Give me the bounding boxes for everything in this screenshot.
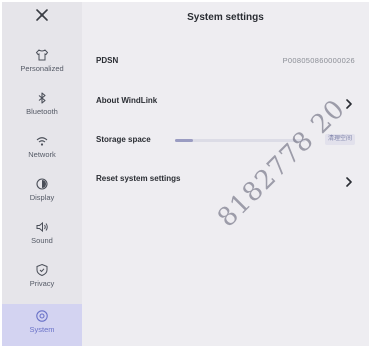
windmill-logo-icon: [2, 8, 82, 30]
page-title: System settings: [187, 12, 264, 23]
sidebar-item-system[interactable]: System: [2, 304, 82, 346]
shirt-icon: [35, 48, 49, 62]
sidebar: Personalized Bluetooth Network Display S…: [2, 2, 82, 346]
chevron-right-icon[interactable]: [345, 96, 353, 109]
sidebar-item-label: Sound: [31, 236, 53, 245]
speaker-icon: [35, 220, 49, 234]
sidebar-item-bluetooth[interactable]: Bluetooth: [2, 91, 82, 133]
sidebar-item-display[interactable]: Display: [2, 177, 82, 219]
settings-screen: Personalized Bluetooth Network Display S…: [2, 2, 369, 346]
sidebar-item-label: System: [29, 325, 55, 334]
chevron-right-icon[interactable]: [345, 174, 353, 187]
wifi-icon: [35, 134, 49, 148]
sidebar-item-network[interactable]: Network: [2, 134, 82, 176]
sidebar-item-privacy[interactable]: Privacy: [2, 263, 82, 305]
sidebar-item-label: Network: [28, 150, 56, 159]
storage-bar-fill: [175, 139, 194, 142]
sidebar-item-sound[interactable]: Sound: [2, 220, 82, 262]
brightness-icon: [35, 177, 49, 191]
sidebar-item-label: Personalized: [20, 64, 64, 73]
settings-circle-icon: [35, 309, 49, 323]
shield-icon: [35, 263, 49, 277]
sidebar-item-personalized[interactable]: Personalized: [2, 48, 82, 90]
device-screenshot: Personalized Bluetooth Network Display S…: [0, 0, 371, 350]
about-windlink-row[interactable]: About WindLink: [96, 96, 157, 106]
storage-space-label: Storage space: [96, 135, 151, 144]
pdsn-label: PDSN: [96, 56, 119, 65]
pdsn-value: P008050860000026: [282, 56, 355, 65]
sidebar-item-label: Privacy: [29, 279, 55, 288]
sidebar-item-label: Bluetooth: [26, 107, 58, 116]
bluetooth-icon: [35, 91, 49, 105]
sidebar-item-label: Display: [29, 193, 55, 202]
reset-system-settings-row[interactable]: Reset system settings: [96, 174, 180, 184]
watermark-text: 8182778 20: [212, 93, 352, 234]
